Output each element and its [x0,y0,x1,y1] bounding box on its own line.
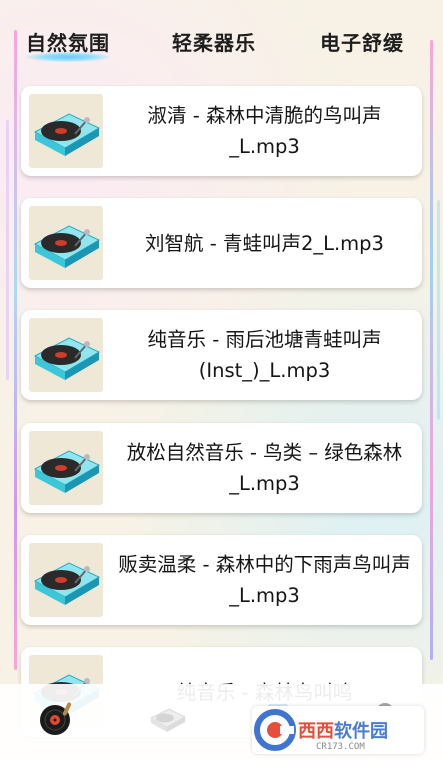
watermark-badge: 西西软件园 CR173.COM [252,706,424,754]
track-card[interactable]: 贩卖温柔 - 森林中的下雨声鸟叫声_L.mp3 [21,535,422,625]
nav-item-library[interactable] [147,698,187,738]
tab-label: 自然氛围 [26,31,110,55]
track-card[interactable]: 纯音乐 - 雨后池塘青蛙叫声(Inst_)_L.mp3 [21,310,422,400]
tab-soft-instrumental[interactable]: 轻柔器乐 [172,27,256,56]
watermark-url: CR173.COM [316,742,365,752]
tab-label: 电子舒缓 [320,31,404,55]
turntable-icon [29,543,103,617]
turntable-icon [29,94,103,168]
turntable-icon [29,431,103,505]
category-tabs: 自然氛围 轻柔器乐 电子舒缓 [0,0,443,70]
turntable-icon [29,318,103,392]
vinyl-record-icon [40,702,72,735]
turntable-icon [149,708,187,732]
tab-label: 轻柔器乐 [172,31,256,55]
track-title: 放松自然音乐 - 鸟类 – 绿色森林_L.mp3 [126,441,403,495]
watermark-brand: 西西软件园 [298,717,388,743]
track-title: 纯音乐 - 雨后池塘青蛙叫声(Inst_)_L.mp3 [147,328,382,382]
track-title: 贩卖温柔 - 森林中的下雨声鸟叫声_L.mp3 [118,553,411,607]
decorative-frame-line [437,200,440,420]
tab-electronic-soothing[interactable]: 电子舒缓 [320,27,404,56]
decorative-frame-line [430,40,433,660]
turntable-icon [29,206,103,280]
nav-item-player[interactable] [37,698,77,738]
decorative-frame-line [14,30,17,670]
track-title: 刘智航 - 青蛙叫声2_L.mp3 [145,231,384,255]
track-card[interactable]: 淑清 - 森林中清脆的鸟叫声_L.mp3 [21,86,422,176]
watermark-brand-rest: 软件园 [334,721,388,742]
track-card[interactable]: 刘智航 - 青蛙叫声2_L.mp3 [21,198,422,288]
decorative-frame-line [6,120,9,380]
tab-nature-ambience[interactable]: 自然氛围 [26,27,110,62]
track-card[interactable]: 放松自然音乐 - 鸟类 – 绿色森林_L.mp3 [21,423,422,513]
track-title: 淑清 - 森林中清脆的鸟叫声_L.mp3 [147,104,382,158]
watermark-brand-highlight: 西西 [298,721,334,742]
site-logo-icon [254,709,296,751]
